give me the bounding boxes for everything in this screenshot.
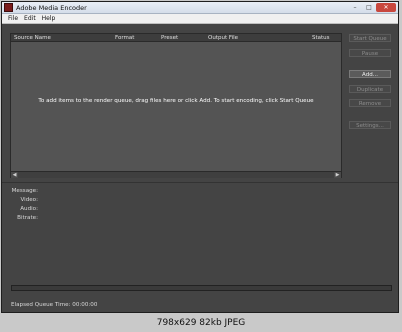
menu-edit[interactable]: Edit bbox=[21, 14, 39, 23]
panel-divider bbox=[2, 182, 398, 183]
maximize-button[interactable]: □ bbox=[362, 3, 376, 12]
adobe-media-encoder-icon bbox=[4, 3, 13, 12]
elapsed-queue-time: Elapsed Queue Time: 00:00:00 bbox=[11, 302, 97, 308]
menu-help[interactable]: Help bbox=[39, 14, 59, 23]
horizontal-scrollbar[interactable]: ◀ ▶ bbox=[11, 171, 341, 178]
start-queue-button[interactable]: Start Queue bbox=[349, 34, 391, 42]
scroll-left-icon[interactable]: ◀ bbox=[11, 172, 18, 178]
scroll-right-icon[interactable]: ▶ bbox=[334, 172, 341, 178]
menu-file[interactable]: File bbox=[5, 14, 21, 23]
remove-button[interactable]: Remove bbox=[349, 99, 391, 107]
elapsed-value: 00:00:00 bbox=[72, 302, 98, 308]
bitrate-label: Bitrate: bbox=[17, 215, 38, 221]
message-label: Message: bbox=[11, 188, 38, 194]
close-button[interactable]: ✕ bbox=[376, 3, 396, 12]
menu-bar: File Edit Help bbox=[2, 14, 398, 24]
screenshot-frame: Adobe Media Encoder – □ ✕ File Edit Help… bbox=[0, 0, 402, 332]
window-title: Adobe Media Encoder bbox=[16, 4, 87, 12]
window-controls: – □ ✕ bbox=[348, 3, 396, 13]
duplicate-button[interactable]: Duplicate bbox=[349, 85, 391, 93]
elapsed-label: Elapsed Queue Time: bbox=[11, 302, 71, 308]
column-source-name[interactable]: Source Name bbox=[14, 34, 51, 42]
empty-queue-hint: To add items to the render queue, drag f… bbox=[38, 98, 314, 104]
audio-label: Audio: bbox=[20, 206, 38, 212]
pause-button[interactable]: Pause bbox=[349, 49, 391, 57]
column-preset[interactable]: Preset bbox=[161, 34, 178, 42]
video-label: Video: bbox=[20, 197, 38, 203]
column-format[interactable]: Format bbox=[115, 34, 134, 42]
image-caption: 798x629 82kb JPEG bbox=[156, 318, 246, 328]
column-output-file[interactable]: Output File bbox=[208, 34, 238, 42]
column-status[interactable]: Status bbox=[312, 34, 330, 42]
title-bar: Adobe Media Encoder – □ ✕ bbox=[2, 2, 398, 14]
settings-button[interactable]: Settings... bbox=[349, 121, 391, 129]
queue-progress-bar bbox=[11, 285, 392, 291]
add-button[interactable]: Add... bbox=[349, 70, 391, 78]
queue-header: Source Name Format Preset Output File St… bbox=[11, 34, 341, 42]
minimize-button[interactable]: – bbox=[348, 3, 362, 12]
render-queue[interactable]: Source Name Format Preset Output File St… bbox=[10, 33, 342, 178]
app-window: Adobe Media Encoder – □ ✕ File Edit Help… bbox=[1, 1, 399, 313]
